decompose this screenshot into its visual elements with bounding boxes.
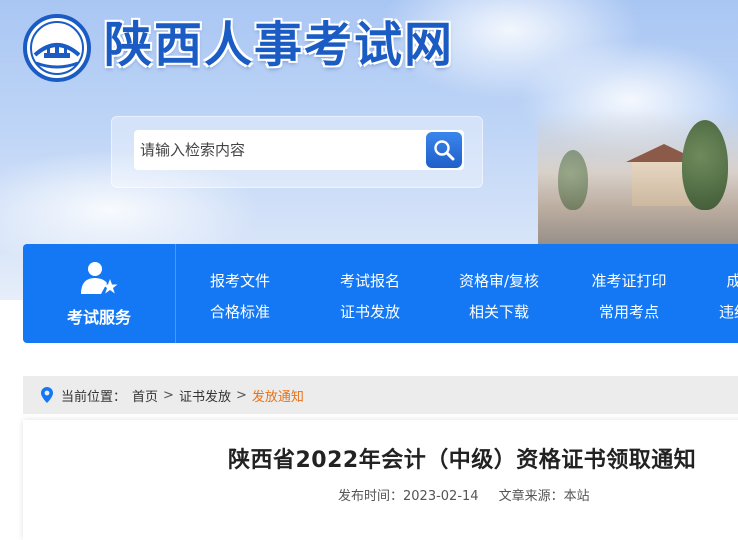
publish-label: 发布时间： — [338, 489, 404, 504]
article-meta: 发布时间：2023-02-14 文章来源：本站 — [338, 485, 590, 504]
exam-service-block[interactable]: 考试服务 — [23, 244, 175, 343]
nav-link-pass-standard[interactable]: 合格标准 — [210, 301, 270, 322]
nav-link-qualification-review[interactable]: 资格审/复核 — [459, 270, 539, 291]
breadcrumb-certificate-issue[interactable]: 证书发放 — [179, 386, 231, 405]
source-value: 本站 — [563, 489, 590, 504]
breadcrumb-home[interactable]: 首页 — [132, 386, 158, 405]
main-nav: 考试服务 报考文件 考试报名 资格审/复核 准考证打印 成 合格标准 证书发放 … — [23, 244, 738, 343]
user-service-icon — [79, 260, 119, 300]
publish-date: 2023-02-14 — [403, 489, 479, 504]
location-pin-icon — [41, 387, 53, 403]
search-input[interactable] — [134, 130, 424, 170]
tree-image — [682, 120, 728, 210]
breadcrumb-prefix: 当前位置： — [61, 389, 127, 405]
nav-divider — [175, 244, 176, 343]
search-icon — [426, 132, 462, 168]
tree-image — [558, 150, 588, 210]
nav-link-certificate-issue[interactable]: 证书发放 — [340, 301, 400, 322]
nav-link-violations[interactable]: 违纪 — [719, 301, 738, 322]
breadcrumb-separator: > — [235, 387, 247, 403]
nav-link-apply-docs[interactable]: 报考文件 — [210, 270, 270, 291]
nav-link-exam-sites[interactable]: 常用考点 — [599, 301, 659, 322]
nav-link-downloads[interactable]: 相关下载 — [469, 301, 529, 322]
search-button[interactable] — [424, 130, 464, 170]
nav-link-registration[interactable]: 考试报名 — [340, 270, 400, 291]
site-logo[interactable] — [22, 13, 92, 83]
breadcrumb: 当前位置： 首页 > 证书发放 > 发放通知 — [23, 376, 738, 414]
site-title: 陕西人事考试网 — [104, 17, 455, 73]
search-bar — [111, 116, 483, 188]
exam-service-label: 考试服务 — [66, 307, 131, 327]
nav-link-scores[interactable]: 成 — [726, 270, 738, 291]
breadcrumb-separator: > — [163, 387, 174, 403]
nav-link-admission-ticket[interactable]: 准考证打印 — [591, 270, 666, 291]
article-card: 陕西省2022年会计（中级）资格证书领取通知 发布时间：2023-02-14 文章… — [23, 420, 738, 540]
article-title: 陕西省2022年会计（中级）资格证书领取通知 — [228, 448, 697, 473]
breadcrumb-current[interactable]: 发放通知 — [252, 386, 304, 405]
source-label: 文章来源： — [498, 489, 564, 504]
